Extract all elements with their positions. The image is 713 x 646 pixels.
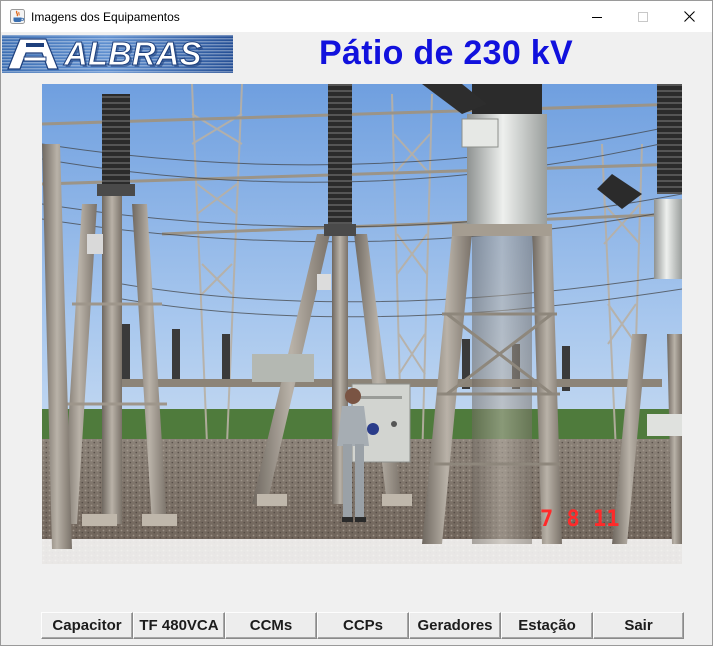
capacitor-button[interactable]: Capacitor — [41, 612, 133, 639]
maximize-icon — [638, 11, 648, 22]
page-title: Pátio de 230 kV — [319, 34, 573, 72]
minimize-icon — [592, 16, 602, 18]
java-app-icon — [10, 9, 25, 24]
close-button[interactable] — [666, 1, 712, 32]
sair-button[interactable]: Sair — [593, 612, 684, 639]
minimize-button[interactable] — [574, 1, 620, 32]
albras-logo: ALBRAS ALBRAS — [2, 35, 233, 73]
substation-photo: 7 8 11 — [42, 84, 682, 564]
close-icon — [683, 11, 695, 22]
ccps-button[interactable]: CCPs — [317, 612, 409, 639]
title-bar[interactable]: Imagens dos Equipamentos — [1, 1, 712, 32]
photo-date-stamp: 7 8 11 — [540, 507, 619, 532]
window-title: Imagens dos Equipamentos — [31, 10, 180, 24]
application-window: Imagens dos Equipamentos ALBRAS ALBRAS P… — [0, 0, 713, 646]
maximize-button[interactable] — [620, 1, 666, 32]
geradores-button[interactable]: Geradores — [409, 612, 501, 639]
ccms-button[interactable]: CCMs — [225, 612, 317, 639]
estacao-button[interactable]: Estação — [501, 612, 593, 639]
tf-480vca-button[interactable]: TF 480VCA — [133, 612, 225, 639]
logo-text: ALBRAS — [63, 35, 202, 72]
